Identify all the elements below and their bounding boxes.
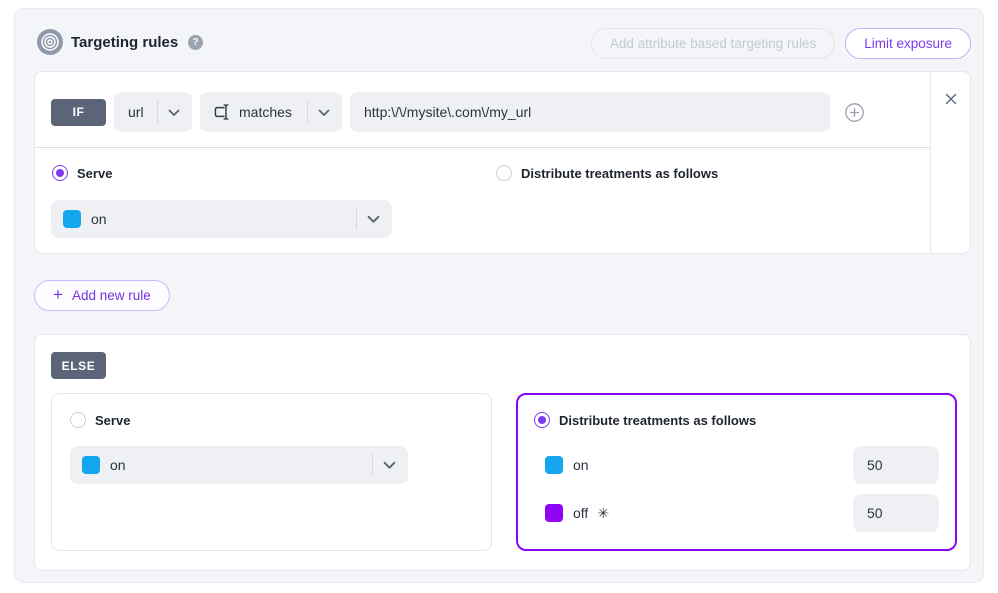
plus-icon: + xyxy=(53,286,63,303)
else-serve-radio[interactable] xyxy=(70,412,86,428)
add-new-rule-label: Add new rule xyxy=(72,288,151,303)
limit-exposure-button[interactable]: Limit exposure xyxy=(845,28,971,59)
attribute-select-value: url xyxy=(128,104,144,120)
string-matcher-icon xyxy=(212,102,232,122)
distribution-row-off: off ✳ xyxy=(545,494,939,532)
select-divider xyxy=(356,208,357,230)
serve-option[interactable]: Serve xyxy=(52,165,112,181)
delete-rule-icon[interactable] xyxy=(944,92,958,106)
targeting-rules-panel: Targeting rules ? Add attribute based ta… xyxy=(14,8,984,583)
treatment-on-percent-input[interactable] xyxy=(853,446,939,484)
serve-radio[interactable] xyxy=(52,165,68,181)
else-distribute-radio[interactable] xyxy=(534,412,550,428)
select-divider xyxy=(307,101,308,123)
matcher-value-input[interactable] xyxy=(350,92,830,132)
serve-treatment-select[interactable]: on xyxy=(51,200,392,238)
treatment-on-color-swatch xyxy=(63,210,81,228)
matcher-select-value: matches xyxy=(239,104,292,120)
treatment-name: on xyxy=(110,457,126,473)
targeting-rules-page: Targeting rules ? Add attribute based ta… xyxy=(0,0,998,593)
else-distribute-label: Distribute treatments as follows xyxy=(559,413,756,428)
header-buttons: Add attribute based targeting rules Limi… xyxy=(591,28,971,59)
targeting-rules-icon xyxy=(37,29,63,55)
else-distribute-option[interactable]: Distribute treatments as follows xyxy=(534,412,756,428)
else-badge: ELSE xyxy=(51,352,106,379)
treatment-off-color-swatch xyxy=(545,504,563,522)
rule-condition-row: IF url matches xyxy=(51,92,865,132)
select-divider xyxy=(157,101,158,123)
else-serve-treatment-select[interactable]: on xyxy=(70,446,408,484)
else-serve-label: Serve xyxy=(95,413,130,428)
chevron-down-icon xyxy=(318,104,330,120)
select-divider xyxy=(372,454,373,476)
treatment-off-percent-input[interactable] xyxy=(853,494,939,532)
default-rule-card: ELSE Serve on Distribut xyxy=(34,334,971,571)
rule-side-column xyxy=(930,72,970,253)
attribute-select[interactable]: url xyxy=(114,92,192,132)
add-value-icon[interactable] xyxy=(844,102,865,123)
chevron-down-icon xyxy=(168,104,180,120)
treatment-name: on xyxy=(573,457,589,473)
default-treatment-icon: ✳ xyxy=(597,505,609,522)
distribute-label: Distribute treatments as follows xyxy=(521,166,718,181)
page-title: Targeting rules xyxy=(71,34,178,51)
serve-label: Serve xyxy=(77,166,112,181)
treatment-name: on xyxy=(91,211,107,227)
targeting-rule-card: IF url matches xyxy=(34,71,971,254)
distribute-radio[interactable] xyxy=(496,165,512,181)
else-serve-card[interactable]: Serve on xyxy=(51,393,492,551)
distribute-option[interactable]: Distribute treatments as follows xyxy=(496,165,718,181)
treatment-name: off xyxy=(573,505,588,521)
distribution-row-on: on xyxy=(545,446,939,484)
treatment-on-color-swatch xyxy=(545,456,563,474)
chevron-down-icon xyxy=(367,211,380,227)
else-serve-option[interactable]: Serve xyxy=(70,412,130,428)
chevron-down-icon xyxy=(383,457,396,473)
add-attribute-rules-button[interactable]: Add attribute based targeting rules xyxy=(591,28,835,59)
help-icon[interactable]: ? xyxy=(188,35,203,50)
else-distribute-card[interactable]: Distribute treatments as follows on off … xyxy=(516,393,957,551)
treatment-on-color-swatch xyxy=(82,456,100,474)
rule-divider xyxy=(35,147,930,148)
if-badge: IF xyxy=(51,99,106,126)
matcher-select[interactable]: matches xyxy=(200,92,342,132)
add-new-rule-button[interactable]: + Add new rule xyxy=(34,280,170,311)
